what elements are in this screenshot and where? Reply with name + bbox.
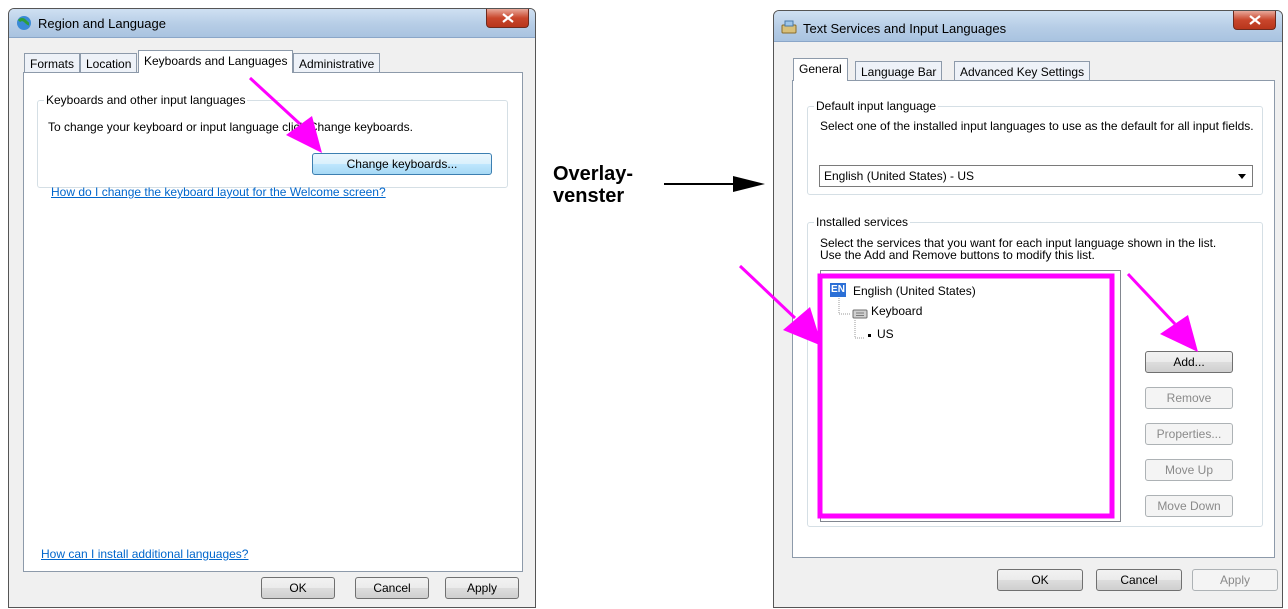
move-down-label: Move Down [1157, 499, 1221, 513]
tab-general[interactable]: General [793, 58, 848, 81]
services-description-line2: Use the Add and Remove buttons to modify… [820, 248, 1095, 262]
title-bar[interactable]: Text Services and Input Languages [774, 11, 1282, 42]
annotation-arrow [664, 176, 765, 192]
add-button[interactable]: Add... [1145, 351, 1233, 373]
tab-formats[interactable]: Formats [24, 53, 81, 73]
ok-button[interactable]: OK [997, 569, 1083, 591]
welcome-screen-link[interactable]: How do I change the keyboard layout for … [51, 185, 386, 199]
window-title: Text Services and Input Languages [803, 21, 1007, 36]
change-keyboards-button[interactable]: Change keyboards... [312, 153, 492, 175]
tab-advanced-key-settings[interactable]: Advanced Key Settings [954, 61, 1091, 81]
tree-item-language[interactable]: English (United States) [853, 284, 976, 298]
ok-label: OK [1031, 573, 1049, 587]
annotation-line1: Overlay- [553, 163, 634, 185]
properties-label: Properties... [1156, 427, 1222, 441]
window-title: Region and Language [38, 16, 166, 31]
group-description: To change your keyboard or input languag… [48, 120, 413, 134]
remove-button[interactable]: Remove [1145, 387, 1233, 409]
language-badge: EN [830, 283, 846, 297]
close-icon [1249, 15, 1261, 25]
default-language-select[interactable]: English (United States) - US [819, 165, 1253, 187]
title-bar[interactable]: Region and Language [9, 9, 535, 38]
apply-label: Apply [1219, 573, 1251, 587]
chevron-down-icon [1238, 174, 1246, 179]
default-description: Select one of the installed input langua… [820, 119, 1254, 133]
remove-label: Remove [1166, 391, 1212, 405]
text-services-window: Text Services and Input Languages Genera… [773, 10, 1283, 608]
ok-button[interactable]: OK [261, 577, 335, 599]
move-up-button[interactable]: Move Up [1145, 459, 1233, 481]
annotation-label: Overlay- venster [553, 163, 633, 207]
properties-button[interactable]: Properties... [1145, 423, 1233, 445]
ok-label: OK [289, 581, 307, 595]
tree-item-layout[interactable]: US [877, 327, 894, 341]
change-keyboards-label: Change keyboards... [346, 157, 458, 171]
cancel-label: Cancel [1120, 573, 1158, 587]
tab-panel: Default input language Select one of the… [792, 80, 1275, 558]
tab-keyboards-and-languages[interactable]: Keyboards and Languages [138, 50, 294, 73]
globe-icon [17, 16, 31, 30]
add-label: Add... [1173, 355, 1205, 369]
move-up-label: Move Up [1164, 463, 1214, 477]
group-title: Default input language [814, 99, 939, 113]
apply-label: Apply [466, 581, 498, 595]
tab-location[interactable]: Location [80, 53, 138, 73]
keyboard-icon [852, 309, 868, 319]
region-language-window: Region and Language Formats Location Key… [8, 8, 536, 608]
keyboard-app-icon [781, 20, 797, 34]
apply-button[interactable]: Apply [1192, 569, 1278, 591]
group-title: Keyboards and other input languages [44, 93, 248, 107]
services-tree[interactable]: EN English (United States) Keyboard US [820, 270, 1121, 522]
tree-item-keyboard[interactable]: Keyboard [871, 304, 922, 318]
cancel-button[interactable]: Cancel [355, 577, 429, 599]
tab-panel: Keyboards and other input languages To c… [23, 72, 523, 572]
apply-button[interactable]: Apply [445, 577, 519, 599]
close-button[interactable] [1233, 11, 1276, 30]
close-icon [502, 13, 514, 23]
bullet-icon [868, 334, 871, 337]
move-down-button[interactable]: Move Down [1145, 495, 1233, 517]
tab-language-bar[interactable]: Language Bar [855, 61, 943, 81]
cancel-label: Cancel [373, 581, 411, 595]
cancel-button[interactable]: Cancel [1096, 569, 1182, 591]
annotation-line2: venster [553, 185, 625, 207]
group-title: Installed services [814, 215, 911, 229]
select-value: English (United States) - US [824, 169, 975, 183]
install-languages-link[interactable]: How can I install additional languages? [41, 547, 248, 561]
tab-administrative[interactable]: Administrative [293, 53, 381, 73]
close-button[interactable] [486, 9, 529, 28]
